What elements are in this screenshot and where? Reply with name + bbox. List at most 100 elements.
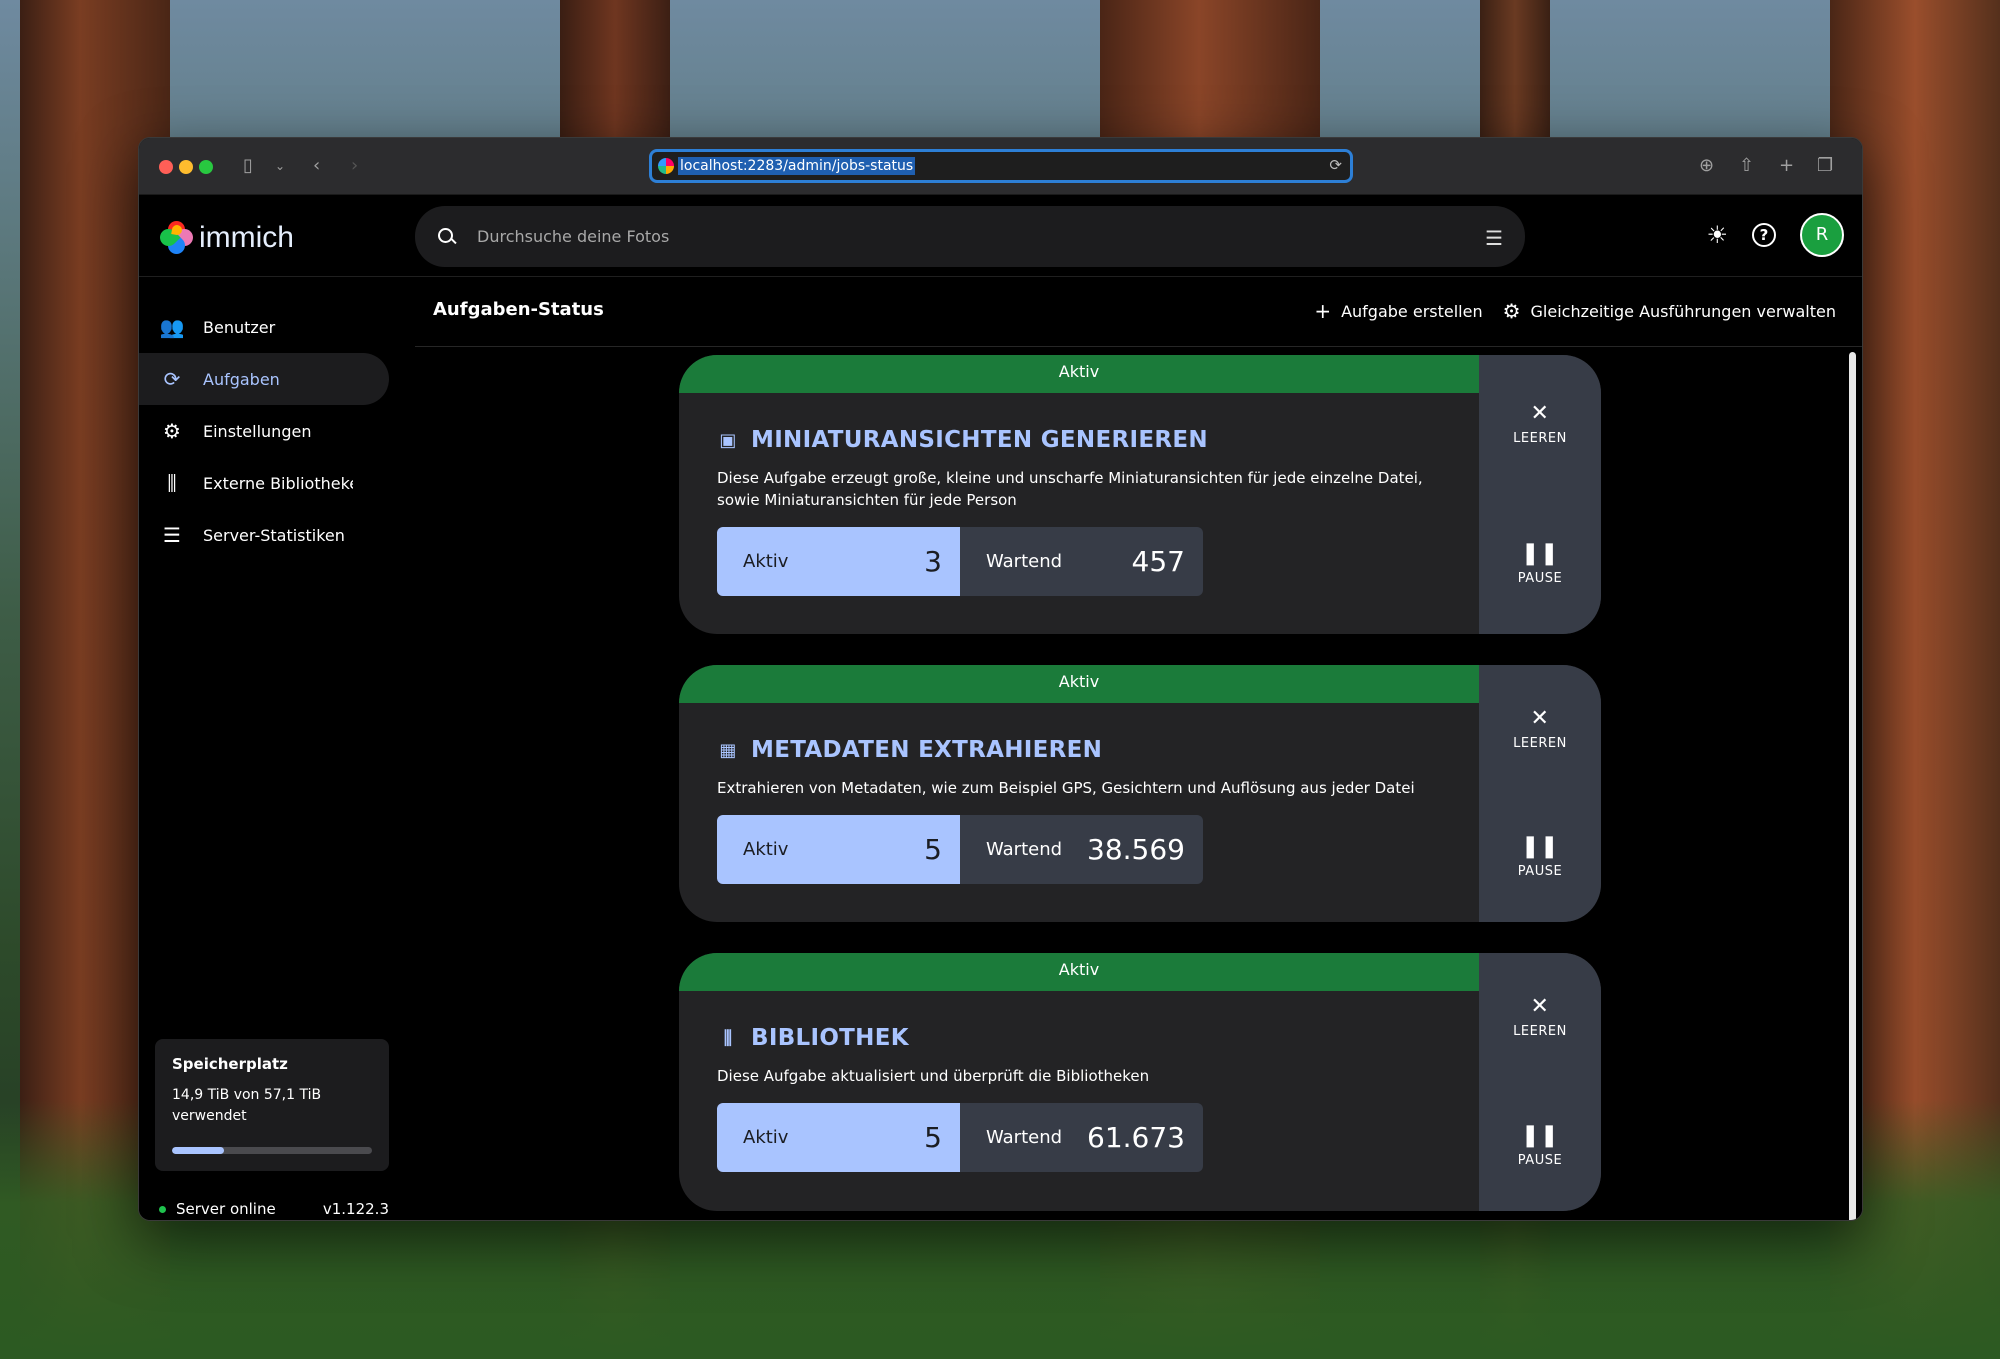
job-description: Diese Aufgabe aktualisiert und überprüft…: [717, 1067, 1150, 1085]
storage-usage-text: 14,9 TiB von 57,1 TiB verwendet: [172, 1087, 322, 1124]
clear-label: LEEREN: [1513, 1024, 1567, 1039]
help-icon[interactable]: ?: [1752, 223, 1776, 247]
sync-icon: ⟳: [163, 367, 181, 391]
close-icon: ✕: [1530, 705, 1550, 731]
chevron-down-icon[interactable]: ⌄: [275, 154, 285, 178]
sidebar-toggle-icon[interactable]: ▯: [243, 154, 253, 178]
manage-concurrency-button[interactable]: ⚙ Gleichzeitige Ausführungen verwalten: [1503, 299, 1836, 323]
create-job-label: Aufgabe erstellen: [1341, 301, 1483, 321]
logo-text: immich: [199, 221, 294, 254]
header-actions: + Aufgabe erstellen ⚙ Gleichzeitige Ausf…: [1314, 299, 1836, 323]
sidebar-item-label: Benutzer: [203, 317, 276, 337]
zoom-window-button[interactable]: [199, 160, 213, 174]
library-icon: ⫼: [167, 471, 177, 495]
server-icon: ☰: [163, 523, 181, 547]
immich-logo[interactable]: immich: [156, 217, 294, 258]
address-bar[interactable]: localhost:2283/admin/jobs-status ⟳: [649, 149, 1353, 183]
active-value: 5: [924, 833, 942, 866]
active-count: Aktiv 5: [717, 1103, 960, 1172]
search-input[interactable]: [477, 227, 1437, 246]
library-icon: ⫼: [723, 1027, 733, 1049]
waiting-count: Wartend 457: [960, 527, 1203, 596]
jpg-file-icon: ▣: [719, 429, 737, 451]
storage-progress-bar: [172, 1147, 372, 1154]
sidebar-item-label: Einstellungen: [203, 421, 312, 441]
storage-panel: Speicherplatz 14,9 TiB von 57,1 TiB verw…: [155, 1039, 389, 1171]
job-title: MINIATURANSICHTEN GENERIEREN: [751, 427, 1208, 453]
new-tab-icon[interactable]: +: [1779, 154, 1794, 178]
page-title: Aufgaben-Status: [433, 299, 604, 320]
main-content: Aufgaben-Status + Aufgabe erstellen ⚙ Gl…: [415, 277, 1862, 1220]
scrollbar[interactable]: [1849, 352, 1856, 1220]
gear-icon: ⚙: [1502, 299, 1521, 323]
waiting-label: Wartend: [986, 839, 1063, 860]
clear-button[interactable]: ✕ LEEREN: [1513, 403, 1567, 447]
sidebar-item-external-libraries[interactable]: ⫼ Externe Bibliotheken: [139, 457, 389, 509]
active-label: Aktiv: [743, 1127, 789, 1148]
active-label: Aktiv: [743, 551, 789, 572]
online-status-dot: [159, 1205, 166, 1213]
sidebar-item-label: Aufgaben: [203, 369, 280, 389]
browser-window: ▯ ⌄ ‹ › localhost:2283/admin/jobs-status…: [138, 137, 1863, 1221]
search-icon: [437, 227, 457, 247]
clear-button[interactable]: ✕ LEEREN: [1513, 996, 1567, 1040]
close-window-button[interactable]: [159, 160, 173, 174]
gear-icon: ⚙: [163, 419, 181, 443]
back-icon[interactable]: ‹: [313, 154, 320, 178]
clear-button[interactable]: ✕ LEEREN: [1513, 705, 1567, 751]
filter-icon[interactable]: ☰: [1485, 226, 1503, 250]
waiting-count: Wartend 61.673: [960, 1103, 1203, 1172]
pause-button[interactable]: ❚❚ PAUSE: [1518, 834, 1562, 880]
storage-title: Speicherplatz: [172, 1055, 288, 1073]
job-card-thumbnails: Aktiv ▣ MINIATURANSICHTEN GENERIEREN Die…: [679, 355, 1601, 634]
active-value: 3: [924, 545, 942, 578]
waiting-value: 38.569: [1087, 833, 1185, 866]
pause-button[interactable]: ❚❚ PAUSE: [1518, 542, 1562, 586]
pause-button[interactable]: ❚❚ PAUSE: [1517, 1125, 1563, 1169]
forward-icon[interactable]: ›: [351, 154, 358, 178]
sidebar-item-users[interactable]: 👥 Benutzer: [139, 301, 389, 353]
storage-progress-fill: [172, 1147, 224, 1154]
job-status-badge: Aktiv: [679, 953, 1479, 991]
pause-label: PAUSE: [1517, 1153, 1563, 1168]
waiting-count: Wartend 38.569: [960, 815, 1203, 884]
theme-toggle-icon[interactable]: ☀: [1706, 221, 1728, 249]
sidebar-item-settings[interactable]: ⚙ Einstellungen: [139, 405, 389, 457]
job-counts: Aktiv 5 Wartend 61.673: [717, 1103, 1203, 1172]
job-title: METADATEN EXTRAHIEREN: [751, 737, 1103, 763]
job-title: BIBLIOTHEK: [751, 1025, 909, 1051]
server-status-text: Server online: [176, 1200, 276, 1218]
job-controls: ✕ LEEREN ❚❚ PAUSE: [1479, 355, 1601, 634]
create-job-button[interactable]: + Aufgabe erstellen: [1314, 299, 1482, 323]
tab-overview-icon[interactable]: ❐: [1817, 154, 1833, 178]
table-icon: ▦: [719, 739, 737, 761]
pause-icon: ❚❚: [1521, 834, 1559, 860]
sidebar-item-jobs[interactable]: ⟳ Aufgaben: [139, 353, 389, 405]
sidebar: 👥 Benutzer ⟳ Aufgaben ⚙ Einstellungen ⫼ …: [139, 277, 399, 1220]
waiting-label: Wartend: [986, 1127, 1063, 1148]
active-label: Aktiv: [743, 839, 789, 860]
avatar[interactable]: R: [1800, 213, 1844, 257]
job-controls: ✕ LEEREN ❚❚ PAUSE: [1479, 953, 1601, 1211]
immich-logo-icon: [156, 217, 197, 258]
page-header: Aufgaben-Status + Aufgabe erstellen ⚙ Gl…: [415, 277, 1862, 347]
job-counts: Aktiv 3 Wartend 457: [717, 527, 1203, 596]
search-bar[interactable]: ☰: [415, 206, 1525, 267]
active-count: Aktiv 3: [717, 527, 960, 596]
version-label[interactable]: v1.122.3: [323, 1200, 389, 1218]
job-counts: Aktiv 5 Wartend 38.569: [717, 815, 1203, 884]
url-text: localhost:2283/admin/jobs-status: [678, 157, 916, 175]
reload-icon[interactable]: ⟳: [1329, 156, 1342, 174]
share-icon[interactable]: ⇧: [1739, 154, 1754, 178]
minimize-window-button[interactable]: [179, 160, 193, 174]
jobs-list: Aktiv ▣ MINIATURANSICHTEN GENERIEREN Die…: [679, 355, 1601, 1220]
download-icon[interactable]: ⊕: [1699, 154, 1714, 178]
clear-label: LEEREN: [1513, 735, 1567, 751]
job-status-badge: Aktiv: [679, 355, 1479, 393]
waiting-value: 457: [1131, 545, 1185, 578]
job-description: Diese Aufgabe erzeugt große, kleine und …: [717, 469, 1423, 509]
manage-concurrency-label: Gleichzeitige Ausführungen verwalten: [1530, 301, 1836, 321]
sidebar-item-server-stats[interactable]: ☰ Server-Statistiken: [139, 509, 389, 561]
active-count: Aktiv 5: [717, 815, 960, 884]
users-icon: 👥: [159, 315, 185, 339]
